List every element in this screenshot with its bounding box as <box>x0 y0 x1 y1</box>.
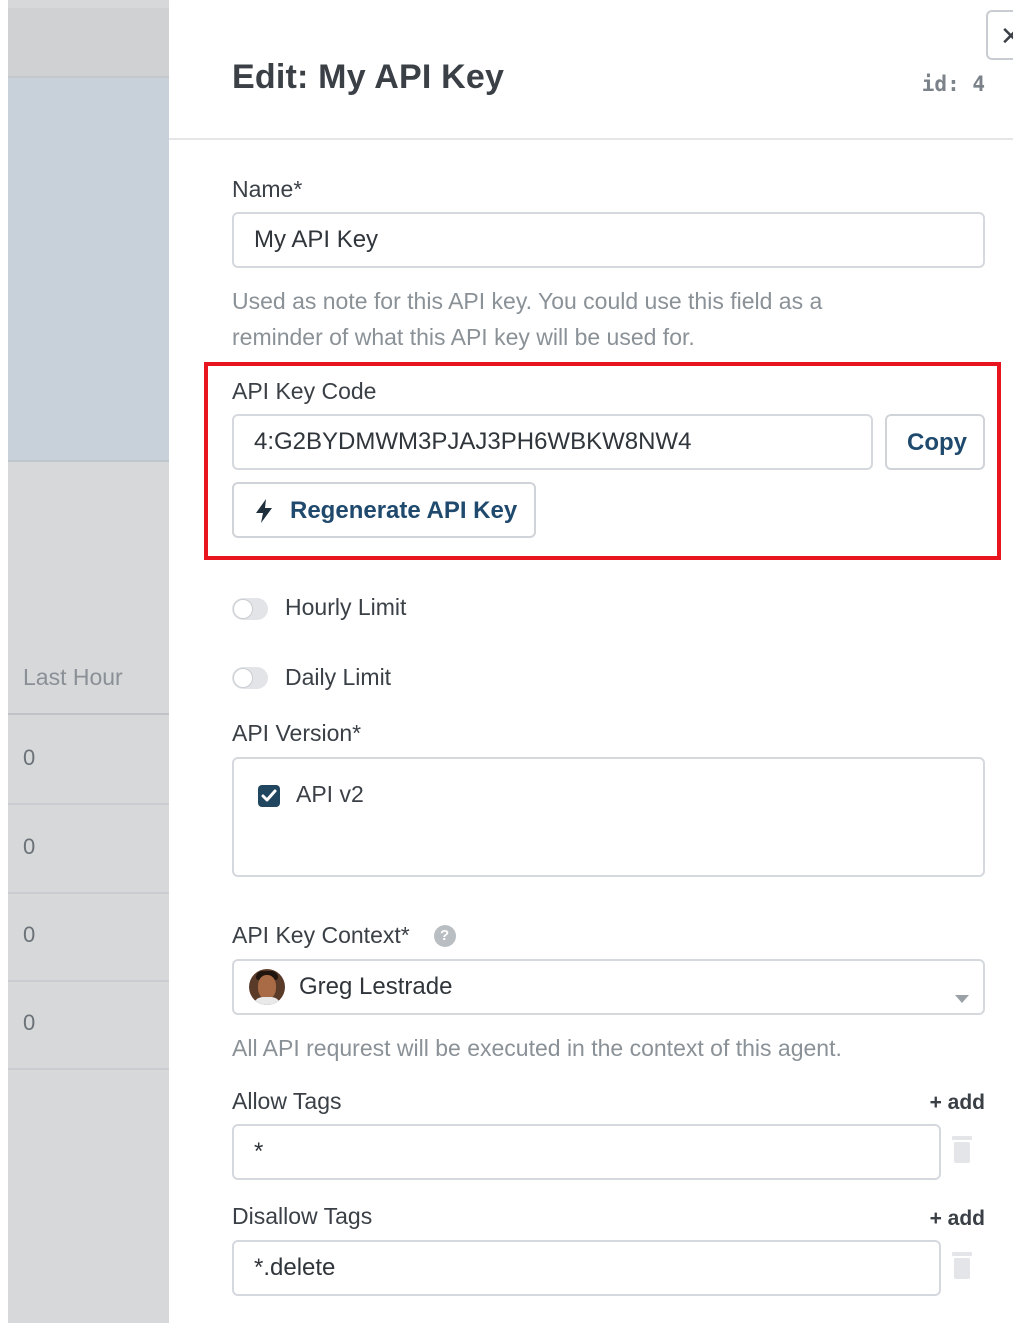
copy-button[interactable]: Copy <box>885 414 985 470</box>
table-row[interactable]: 0 <box>8 804 169 894</box>
help-icon[interactable]: ? <box>434 925 456 947</box>
drawer-header: Edit: My API Key id: 4 <box>169 0 1013 140</box>
table-row[interactable]: 0 <box>8 715 169 805</box>
allow-tags-label: Allow Tags <box>232 1088 342 1114</box>
api-key-context-label: API Key Context* <box>232 922 410 948</box>
disallow-tags-input[interactable]: *.delete <box>232 1240 941 1296</box>
chevron-down-icon <box>955 983 969 1011</box>
api-key-code-input[interactable]: 4:G2BYDMWM3PJAJ3PH6WBKW8NW4 <box>232 414 873 470</box>
page-edge <box>0 0 8 1323</box>
allow-tags-add-link[interactable]: + add <box>930 1091 985 1115</box>
table-row[interactable]: 0 <box>8 892 169 982</box>
name-input[interactable]: My API Key <box>232 212 985 268</box>
bolt-icon <box>254 498 274 531</box>
disallow-tags-label: Disallow Tags <box>232 1203 373 1229</box>
table-row[interactable]: 0 <box>8 980 169 1070</box>
name-label: Name* <box>232 176 303 202</box>
api-v2-label: API v2 <box>296 781 364 807</box>
name-help-line-1: Used as note for this API key. You could… <box>232 288 823 314</box>
record-id: id: 4 <box>921 72 985 96</box>
drawer-title: Edit: My API Key <box>232 58 505 96</box>
regenerate-button-label: Regenerate API Key <box>290 497 518 524</box>
table-cell: 0 <box>23 834 36 859</box>
api-key-context-select[interactable]: Greg Lestrade <box>232 959 985 1015</box>
avatar <box>249 969 285 1005</box>
api-key-context-help: All API requrest will be executed in the… <box>232 1035 842 1061</box>
table-cell: 0 <box>23 922 36 947</box>
hourly-limit-label: Hourly Limit <box>285 594 407 620</box>
background-panel <box>8 78 169 462</box>
hourly-limit-toggle[interactable] <box>232 598 268 620</box>
close-icon: ✕ <box>1000 21 1013 51</box>
allow-tags-input[interactable]: * <box>232 1124 941 1180</box>
background-header <box>8 8 169 78</box>
api-key-code-label: API Key Code <box>232 378 377 404</box>
check-icon <box>261 789 277 802</box>
copy-button-label: Copy <box>907 429 967 456</box>
daily-limit-toggle[interactable] <box>232 667 268 689</box>
table-cell: 0 <box>23 745 36 770</box>
table-cell: 0 <box>23 1010 36 1035</box>
api-version-label: API Version* <box>232 720 362 746</box>
api-v2-checkbox[interactable] <box>258 785 280 807</box>
name-help-text: Used as note for this API key. You could… <box>232 283 822 355</box>
column-header-last-hour: Last Hour <box>23 664 123 690</box>
edit-api-key-drawer: Edit: My API Key id: 4 Name* My API Key … <box>169 0 1013 1323</box>
disallow-tags-add-link[interactable]: + add <box>930 1207 985 1231</box>
name-help-line-2: reminder of what this API key will be us… <box>232 324 695 350</box>
api-version-box: API v2 <box>232 757 985 877</box>
selected-agent-name: Greg Lestrade <box>299 973 453 1000</box>
trash-icon[interactable] <box>951 1250 973 1280</box>
regenerate-api-key-button[interactable]: Regenerate API Key <box>232 482 536 538</box>
background-page: Last Hour 0 0 0 0 <box>0 0 169 1323</box>
daily-limit-label: Daily Limit <box>285 664 392 690</box>
trash-icon[interactable] <box>951 1134 973 1164</box>
close-button[interactable]: ✕ <box>986 10 1013 60</box>
